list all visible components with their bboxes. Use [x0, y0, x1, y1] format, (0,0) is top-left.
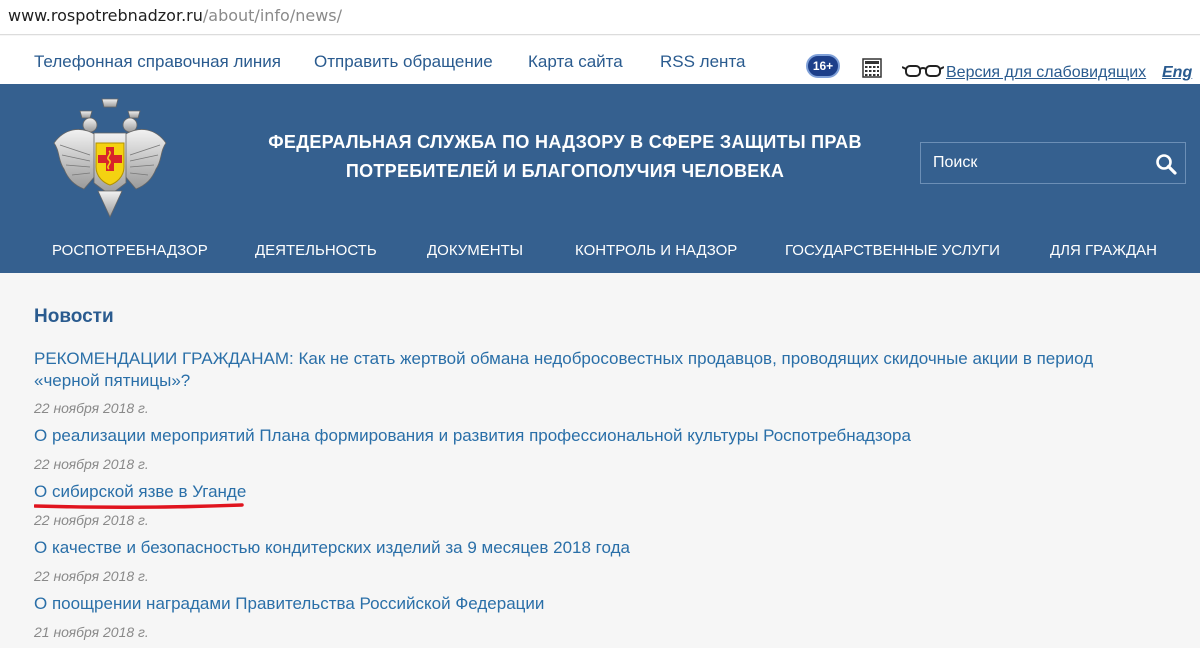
- send-appeal-link[interactable]: Отправить обращение: [314, 52, 493, 72]
- agency-title: ФЕДЕРАЛЬНАЯ СЛУЖБА ПО НАДЗОРУ В СФЕРЕ ЗА…: [250, 128, 880, 186]
- nav-documents[interactable]: ДОКУМЕНТЫ: [427, 242, 523, 259]
- nav-public-services[interactable]: ГОСУДАРСТВЕННЫЕ УСЛУГИ: [785, 242, 1000, 259]
- nav-for-citizens[interactable]: ДЛЯ ГРАЖДАН: [1050, 242, 1157, 259]
- eagle-emblem-icon[interactable]: [50, 95, 170, 221]
- address-bar[interactable]: www.rospotrebnadzor.ru/about/info/news/: [0, 0, 1200, 35]
- search-input[interactable]: [921, 143, 1149, 183]
- news-item-title[interactable]: О сибирской язве в Уганде: [34, 481, 1154, 503]
- news-item-title[interactable]: РЕКОМЕНДАЦИИ ГРАЖДАНАМ: Как не стать жер…: [34, 348, 1154, 392]
- news-item-title[interactable]: О поощрении наградами Правительства Росс…: [34, 593, 1154, 615]
- nav-rospotrebnadzor[interactable]: РОСПОТРЕБНАДЗОР: [52, 242, 208, 259]
- news-item-date: 22 ноября 2018 г.: [34, 456, 149, 472]
- news-item-date: 22 ноября 2018 г.: [34, 400, 149, 416]
- url-host: www.rospotrebnadzor.ru: [8, 6, 203, 25]
- search-box: [920, 142, 1186, 184]
- site-header: ФЕДЕРАЛЬНАЯ СЛУЖБА ПО НАДЗОРУ В СФЕРЕ ЗА…: [0, 84, 1200, 273]
- age-rating-badge: 16+: [806, 54, 840, 78]
- glasses-icon[interactable]: [902, 64, 944, 78]
- sitemap-link[interactable]: Карта сайта: [528, 52, 623, 72]
- news-item-date: 22 ноября 2018 г.: [34, 568, 149, 584]
- url-path: /about/info/news/: [202, 6, 343, 25]
- vision-impaired-link[interactable]: Версия для слабовидящих: [946, 64, 1146, 82]
- rss-link[interactable]: RSS лента: [660, 52, 746, 72]
- red-underline-annotation: [34, 503, 244, 510]
- hotline-link[interactable]: Телефонная справочная линия: [34, 52, 281, 72]
- news-item-title[interactable]: О реализации мероприятий Плана формирова…: [34, 425, 1154, 447]
- page-title: Новости: [34, 306, 114, 327]
- main-navigation: РОСПОТРЕБНАДЗОР ДЕЯТЕЛЬНОСТЬ ДОКУМЕНТЫ К…: [0, 242, 1200, 262]
- nav-activity[interactable]: ДЕЯТЕЛЬНОСТЬ: [255, 242, 377, 259]
- news-item-date: 21 ноября 2018 г.: [34, 624, 149, 640]
- news-item-date: 22 ноября 2018 г.: [34, 512, 149, 528]
- agency-title-line1: ФЕДЕРАЛЬНАЯ СЛУЖБА ПО НАДЗОРУ В СФЕРЕ ЗА…: [268, 132, 862, 152]
- news-item-title[interactable]: О качестве и безопасностью кондитерских …: [34, 537, 1154, 559]
- nav-control-supervision[interactable]: КОНТРОЛЬ И НАДЗОР: [575, 242, 737, 259]
- search-icon[interactable]: [1155, 153, 1177, 175]
- calculator-icon[interactable]: [862, 58, 882, 78]
- agency-title-line2: ПОТРЕБИТЕЛЕЙ И БЛАГОПОЛУЧИЯ ЧЕЛОВЕКА: [345, 161, 785, 181]
- url-text[interactable]: www.rospotrebnadzor.ru/about/info/news/: [8, 6, 342, 25]
- english-link[interactable]: Eng: [1162, 64, 1192, 82]
